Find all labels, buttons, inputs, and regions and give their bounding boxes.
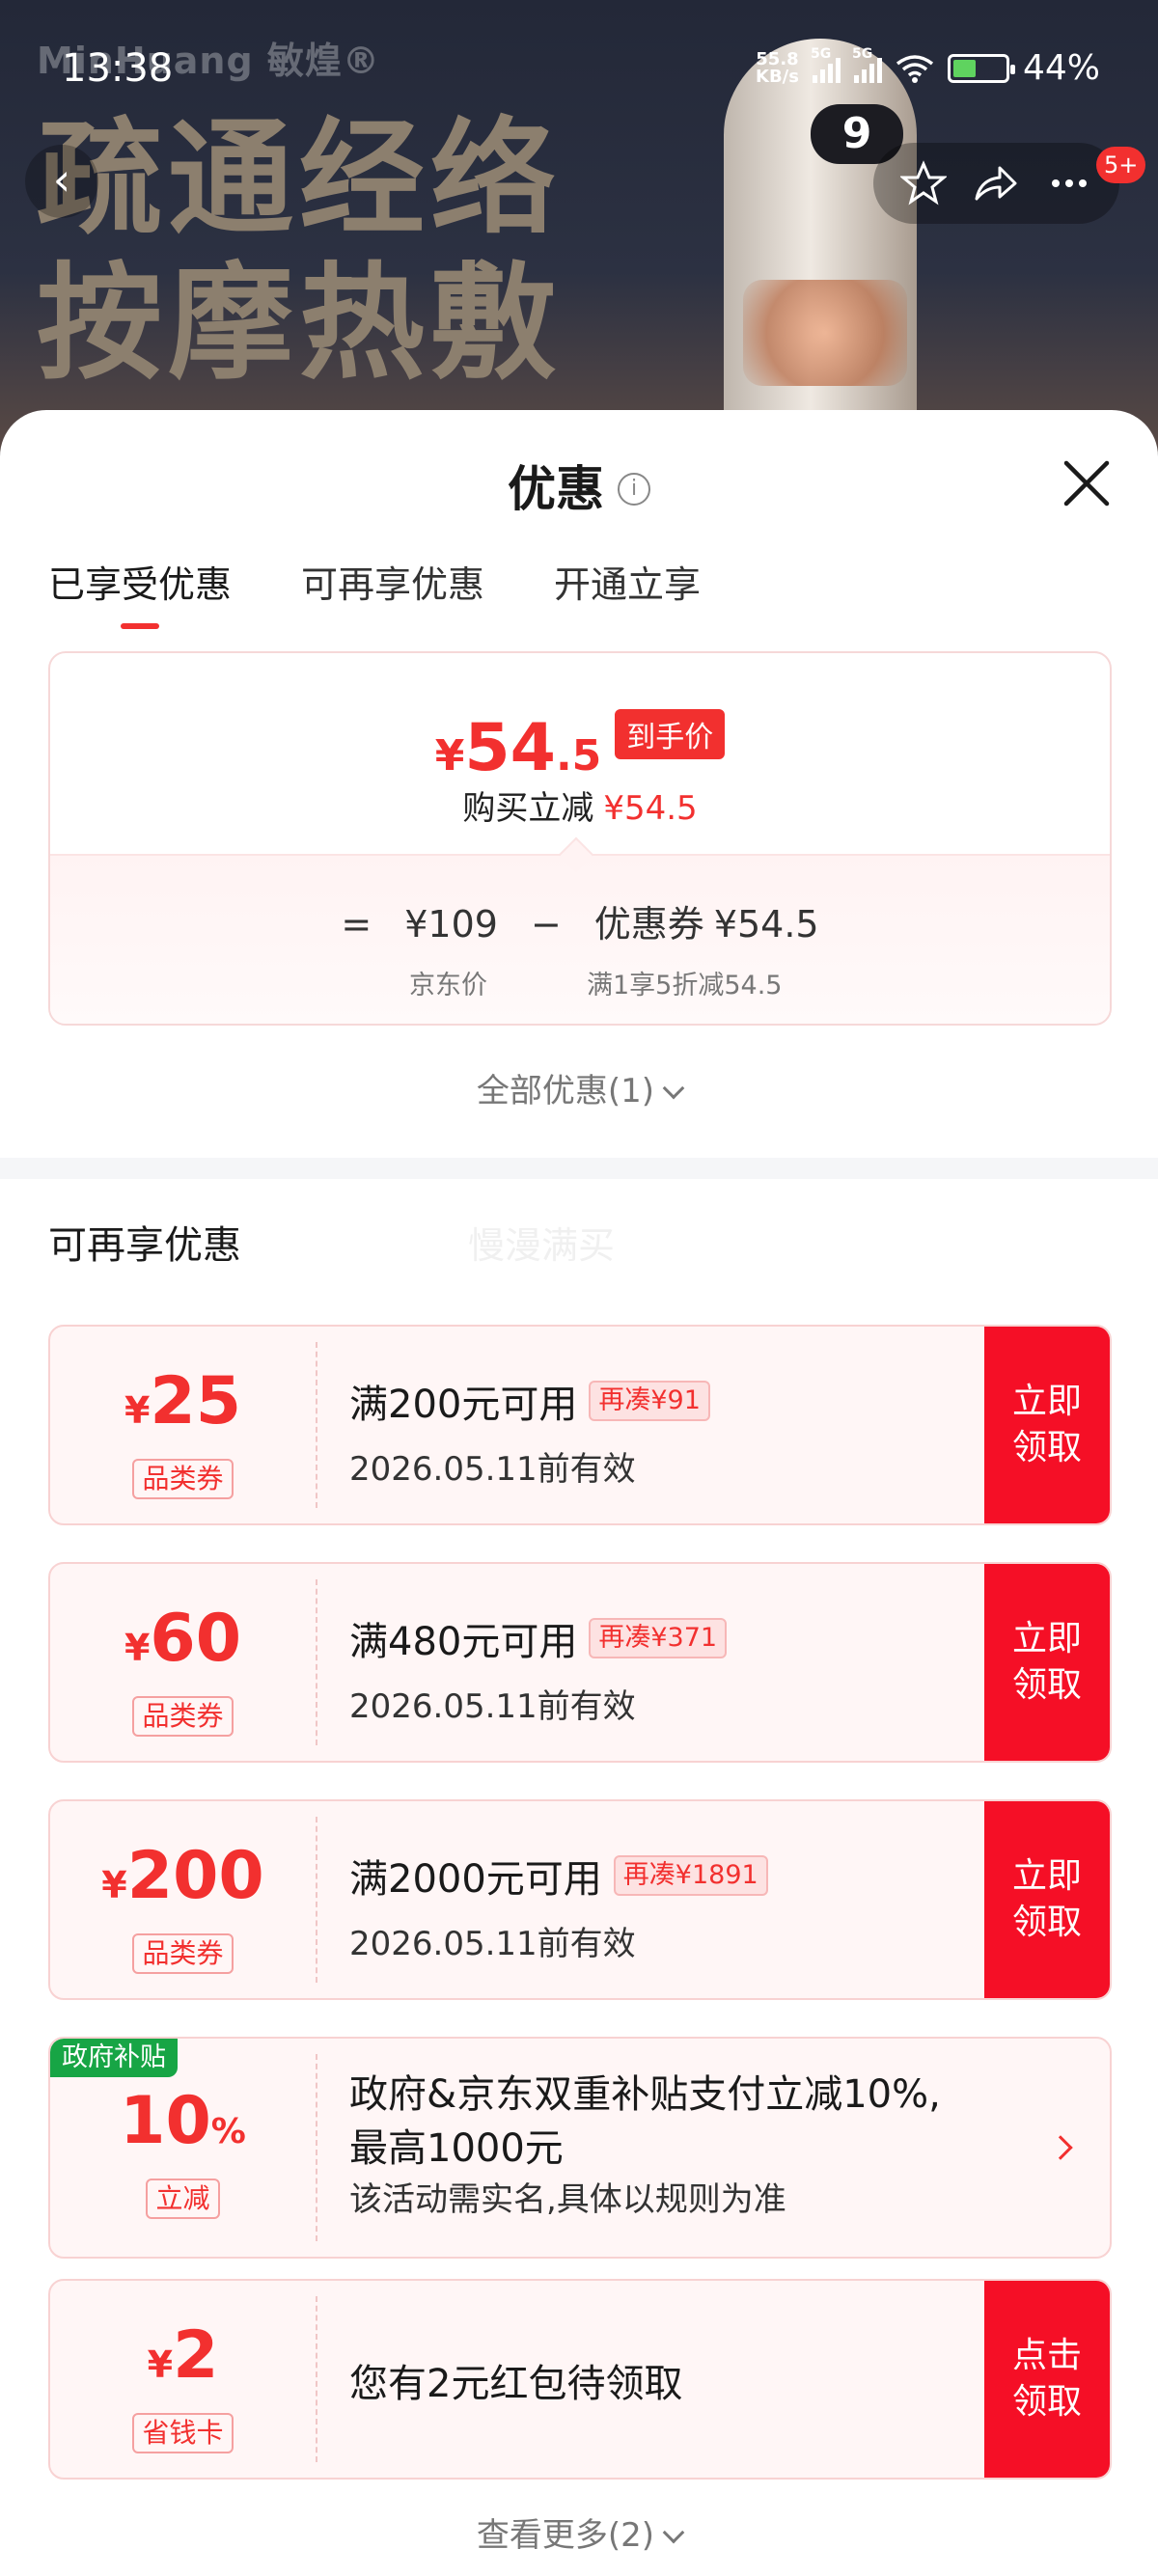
wifi-icon [896,54,934,83]
info-icon[interactable]: i [618,472,650,506]
redpacket-text: 您有2元红包待领取 [349,2362,683,2406]
final-price-tag: 到手价 [615,709,726,759]
signal-2-icon: 5G [852,46,882,83]
coupon-desc: 满1享5折减54.5 [587,971,783,1000]
all-offers-toggle[interactable]: 全部优惠(1) [0,1064,1158,1111]
subsidy-line-1: 政府&京东双重补贴支付立减10%, [349,2072,941,2117]
share-button[interactable] [967,154,1025,212]
coupon-amount: 60 [150,1601,242,1677]
more-icon [1052,179,1088,187]
subsidy-amount: 10 [120,2083,211,2159]
subsidy-note: 该活动需实名,具体以规则为准 [349,2180,786,2219]
tab-enjoyed[interactable]: 已享受优惠 [48,555,232,629]
coupon-amount: 200 [126,1838,264,1914]
coupon-label: 优惠券 [593,903,704,945]
price-summary-card: ¥54.5 到手价 购买立减 ¥54.5 = ¥109 − 优惠券 ¥54.5 京… [48,651,1112,1026]
direct-discount: 购买立减 ¥54.5 [462,789,698,828]
price-breakdown: = ¥109 − 优惠券 ¥54.5 京东价 满1享5折减54.5 [50,854,1110,1024]
signal-1-icon: 5G [811,46,841,83]
offer-tabs: 已享受优惠 可再享优惠 开通立享 [48,555,701,629]
redpacket-kind: 省钱卡 [132,2413,234,2453]
coupon-card: ¥200 品类券 满2000元可用 再凑¥1891 2026.05.11前有效 立… [48,1799,1112,2000]
coupon-condition: 满2000元可用 [349,1857,602,1902]
chevron-down-icon [662,2521,685,2544]
share-icon [975,166,1017,201]
close-icon[interactable] [1057,453,1117,513]
back-icon: ‹ [52,153,71,206]
claim-button[interactable]: 立即领取 [984,1801,1110,1998]
claim-redpacket-button[interactable]: 点击领取 [984,2281,1110,2478]
final-price: ¥54.5 [434,710,602,786]
star-icon [899,160,947,206]
tab-activate[interactable]: 开通立享 [554,555,701,629]
favorite-button[interactable] [895,154,952,212]
coupon-kind: 品类券 [132,1696,234,1737]
status-icons: 55.8 KB/s 5G 5G 44% [756,46,1100,89]
section-divider [0,1158,1158,1179]
battery-icon [947,53,1015,83]
coupon-validity: 2026.05.11前有效 [349,1925,636,1963]
gov-subsidy-card[interactable]: 10% 立减 政府补贴 政府&京东双重补贴支付立减10%, 最高1000元 该活… [48,2037,1112,2259]
more-button[interactable] [1040,154,1098,212]
coupon-condition: 满200元可用 [349,1383,578,1427]
jd-price: ¥109 [404,903,498,945]
sheet-title: 优惠 i [0,451,1158,520]
device-heat-glow [743,280,907,386]
coupon-need: 再凑¥1891 [613,1855,768,1896]
coupon-card: ¥25 品类券 满200元可用 再凑¥91 2026.05.11前有效 立即领取 [48,1325,1112,1525]
battery-percent: 44% [1022,48,1100,88]
claim-button[interactable]: 立即领取 [984,1327,1110,1523]
coupon-validity: 2026.05.11前有效 [349,1450,636,1489]
coupon-kind: 品类券 [132,1459,234,1499]
status-time: 13:38 [62,46,174,91]
coupon-validity: 2026.05.11前有效 [349,1687,636,1726]
coupon-need: 再凑¥91 [589,1381,710,1421]
coupon-kind: 品类券 [132,1933,234,1974]
subsidy-line-2: 最高1000元 [349,2126,564,2171]
tab-more-available[interactable]: 可再享优惠 [301,555,484,629]
message-count-badge: 5+ [1096,147,1146,183]
section-title: 可再享优惠 [48,1223,241,1268]
chevron-down-icon [662,1077,685,1100]
status-bar: 13:38 55.8 KB/s 5G 5G 44% [0,0,1158,135]
back-button[interactable]: ‹ [25,145,98,218]
chevron-right-icon [1048,2135,1073,2160]
product-headline: 疏通经络 按摩热敷 [37,106,562,396]
coupon-need: 再凑¥371 [589,1618,728,1658]
subsidy-kind: 立减 [146,2179,220,2219]
network-speed: 55.8 KB/s [756,48,799,87]
gov-subsidy-badge: 政府补贴 [50,2039,178,2077]
red-packet-card: ¥2 省钱卡 您有2元红包待领取 点击领取 [48,2279,1112,2480]
top-action-group [873,143,1119,224]
coupon-card: ¥60 品类券 满480元可用 再凑¥371 2026.05.11前有效 立即领取 [48,1562,1112,1763]
coupon-value: ¥54.5 [713,903,819,945]
headline-line-2: 按摩热敷 [37,250,563,397]
redpacket-amount: 2 [173,2317,219,2394]
jd-price-label: 京东价 [409,971,487,1000]
ghost-text: 慢漫满买 [468,1224,616,1267]
offers-sheet: 优惠 i 已享受优惠 可再享优惠 开通立享 ¥54.5 到手价 购买立减 ¥54.5… [0,410,1158,2576]
view-more-toggle[interactable]: 查看更多(2) [0,2508,1158,2556]
coupon-amount: 25 [150,1363,242,1439]
coupon-condition: 满480元可用 [349,1620,578,1664]
claim-button[interactable]: 立即领取 [984,1564,1110,1761]
